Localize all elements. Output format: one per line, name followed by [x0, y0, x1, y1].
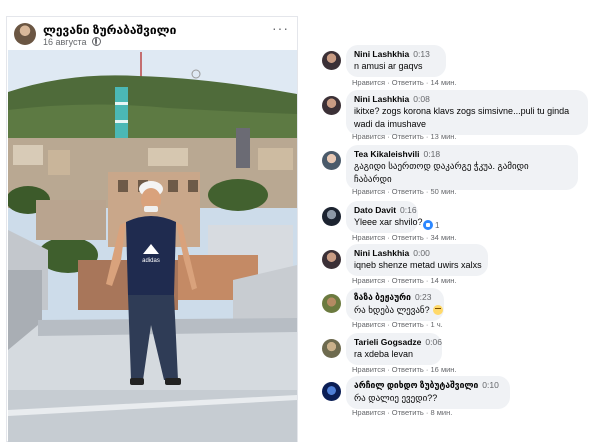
like-link[interactable]: Нравится — [352, 276, 385, 285]
comment-author[interactable]: Nini Lashkhia — [354, 49, 409, 59]
comment-author-row: არჩილ დიხდო ზუბუტაშვილი 0:10 — [354, 380, 502, 391]
comment-timestamp[interactable]: 0:06 — [425, 337, 442, 347]
commenter-avatar[interactable] — [322, 96, 341, 115]
like-reaction-icon — [423, 220, 433, 230]
comment-actions: Нравится · Ответить · 14 мин. — [352, 276, 457, 285]
comment-text-line: გაგიდი საერთოდ დაკარგე ჭკუა. გამიდი — [354, 161, 529, 171]
comment-age[interactable]: 16 мин. — [431, 365, 457, 374]
reply-link[interactable]: Ответить — [392, 365, 424, 374]
comment-text-line: wadi da imushave — [354, 119, 427, 129]
comments-list: Nini Lashkhia 0:13 n amusi ar gaqvs Нрави… — [316, 40, 600, 445]
comment-bubble: Tarieli Gogsadze 0:06 ra xdeba levan — [346, 333, 442, 365]
comment-actions: Нравится · Ответить · 13 мин. — [352, 132, 457, 141]
comment-bubble: Nini Lashkhia 0:00 iqneb shenze metad uwi… — [346, 244, 488, 276]
comment-text: Yleee xar shvilo? — [354, 217, 423, 227]
comment-text: რა ხდება ლევან? — [354, 305, 430, 315]
reaction-badge[interactable]: 1 — [420, 215, 439, 233]
comment-author[interactable]: არჩილ დიხდო ზუბუტაშვილი — [354, 380, 478, 390]
like-link[interactable]: Нравится — [352, 320, 385, 329]
comment-text-row: რა ხდება ლევან? — [354, 304, 443, 316]
commenter-avatar[interactable] — [322, 207, 341, 226]
globe-icon — [92, 37, 102, 46]
comment-age[interactable]: 1 ч. — [431, 320, 443, 329]
comment-text-line: ჩაბარდი — [354, 174, 392, 184]
commenter-avatar[interactable] — [322, 339, 341, 358]
commenter-avatar[interactable] — [322, 151, 341, 170]
comment-author[interactable]: Dato Davit — [354, 205, 396, 215]
comment-text: ra xdeba levan — [354, 349, 414, 359]
photo-illustration: adidas — [8, 50, 297, 442]
comment-text: n amusi ar gaqvs — [354, 61, 423, 71]
sad-emoji-icon — [432, 305, 443, 315]
like-link[interactable]: Нравится — [352, 408, 385, 417]
comment-author[interactable]: Nini Lashkhia — [354, 248, 409, 258]
comment-timestamp[interactable]: 0:00 — [413, 248, 430, 258]
comment-author-row: Nini Lashkhia 0:08 — [354, 94, 580, 104]
reaction-count: 1 — [435, 221, 440, 230]
reply-link[interactable]: Ответить — [392, 187, 424, 196]
comment-timestamp[interactable]: 0:08 — [413, 94, 430, 104]
comment-author[interactable]: Tea Kikaleishvili — [354, 149, 420, 159]
like-link[interactable]: Нравится — [352, 187, 385, 196]
post-photo[interactable]: adidas — [8, 50, 297, 442]
more-dots-icon[interactable]: ··· — [272, 21, 289, 35]
author-avatar[interactable] — [14, 23, 36, 45]
comment-text-line: ikitxe? zogs korona klavs zogs simsivne.… — [354, 106, 570, 116]
comment-actions: Нравится · Ответить · 14 мин. — [352, 78, 457, 87]
comment-actions: Нравится · Ответить · 1 ч. — [352, 320, 443, 329]
comment-bubble: Nini Lashkhia 0:13 n amusi ar gaqvs — [346, 45, 446, 77]
comment-author[interactable]: Nini Lashkhia — [354, 94, 409, 104]
comment-author-row: Tarieli Gogsadze 0:06 — [354, 337, 442, 347]
like-link[interactable]: Нравится — [352, 78, 385, 87]
comment-timestamp[interactable]: 0:10 — [482, 380, 499, 390]
comment-text: iqneb shenze metad uwirs xalxs — [354, 260, 482, 270]
comment-timestamp[interactable]: 0:18 — [424, 149, 441, 159]
comment-text: რა დალიე ევედი?? — [354, 393, 438, 403]
post-card: ლევანი ზურაბაშვილი 16 августа ··· adidas — [6, 16, 298, 442]
reply-link[interactable]: Ответить — [392, 276, 424, 285]
comment-age[interactable]: 50 мин. — [431, 187, 457, 196]
comment-author-row: Tea Kikaleishvili 0:18 — [354, 149, 570, 159]
comment-age[interactable]: 14 мин. — [431, 276, 457, 285]
reply-link[interactable]: Ответить — [392, 132, 424, 141]
comment-bubble: Tea Kikaleishvili 0:18 გაგიდი საერთოდ დაკ… — [346, 145, 578, 190]
reply-link[interactable]: Ответить — [392, 320, 424, 329]
comment-age[interactable]: 13 мин. — [431, 132, 457, 141]
comment-age[interactable]: 8 мин. — [431, 408, 453, 417]
reply-link[interactable]: Ответить — [392, 408, 424, 417]
comment-author-row: ზაზა ბეჟაური 0:23 — [354, 292, 436, 303]
comment-timestamp[interactable]: 0:23 — [415, 292, 432, 302]
comment-bubble: Dato Davit 0:16 Yleee xar shvilo? — [346, 201, 423, 233]
commenter-avatar[interactable] — [322, 250, 341, 269]
post-author[interactable]: ლევანი ზურაბაშვილი — [43, 23, 176, 37]
comment-actions: Нравится · Ответить · 34 мин. — [352, 233, 457, 242]
post-date[interactable]: 16 августа — [43, 37, 87, 47]
comment-author-row: Dato Davit 0:16 — [354, 205, 417, 215]
comment-author-row: Nini Lashkhia 0:00 — [354, 248, 480, 258]
comment-actions: Нравится · Ответить · 50 мин. — [352, 187, 457, 196]
reply-link[interactable]: Ответить — [392, 233, 424, 242]
svg-text:adidas: adidas — [142, 258, 160, 264]
comment-actions: Нравится · Ответить · 16 мин. — [352, 365, 457, 374]
like-link[interactable]: Нравится — [352, 132, 385, 141]
post-date-row: 16 августа — [43, 37, 102, 47]
comment-bubble: ზაზა ბეჟაური 0:23 რა ხდება ლევან? — [346, 288, 444, 321]
commenter-avatar[interactable] — [322, 51, 341, 70]
comment-actions: Нравится · Ответить · 8 мин. — [352, 408, 453, 417]
comment-author-row: Nini Lashkhia 0:13 — [354, 49, 438, 59]
like-link[interactable]: Нравится — [352, 233, 385, 242]
comment-age[interactable]: 34 мин. — [431, 233, 457, 242]
comment-timestamp[interactable]: 0:16 — [400, 205, 417, 215]
like-link[interactable]: Нравится — [352, 365, 385, 374]
comment-age[interactable]: 14 мин. — [431, 78, 457, 87]
comment-timestamp[interactable]: 0:13 — [413, 49, 430, 59]
post-header: ლევანი ზურაბაშვილი 16 августа ··· — [7, 17, 297, 53]
comment-bubble: Nini Lashkhia 0:08 ikitxe? zogs korona kl… — [346, 90, 588, 135]
commenter-avatar[interactable] — [322, 294, 341, 313]
comment-author[interactable]: ზაზა ბეჟაური — [354, 292, 411, 302]
reply-link[interactable]: Ответить — [392, 78, 424, 87]
comment-bubble: არჩილ დიხდო ზუბუტაშვილი 0:10 რა დალიე ევე… — [346, 376, 510, 409]
commenter-avatar[interactable] — [322, 382, 341, 401]
comment-author[interactable]: Tarieli Gogsadze — [354, 337, 421, 347]
